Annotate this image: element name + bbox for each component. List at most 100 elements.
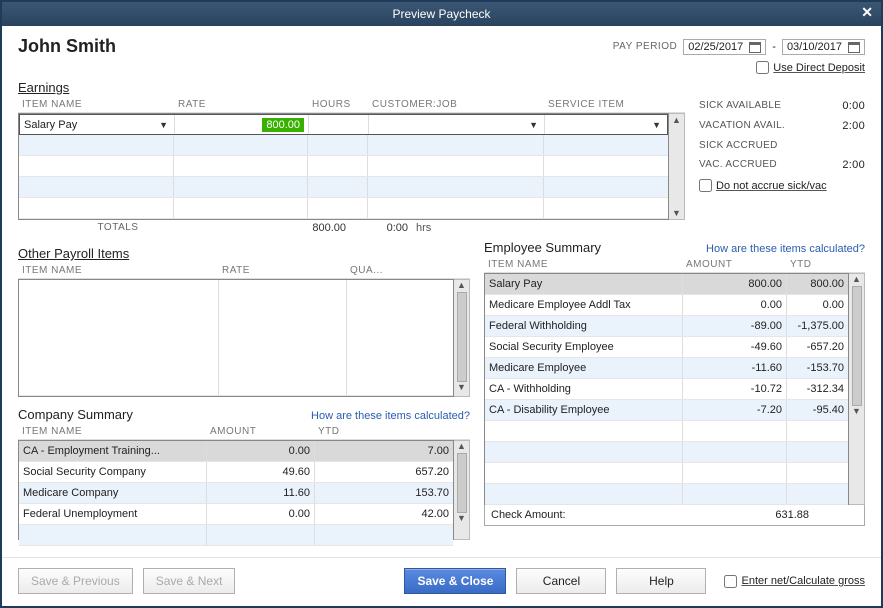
earnings-hours-cell[interactable] [309,115,369,134]
table-row[interactable] [485,463,848,484]
col-ytd: YTD [314,426,470,437]
scroll-thumb[interactable] [852,286,862,406]
vacation-available-label: VACATION AVAIL. [699,120,785,132]
totals-rate: 800.00 [218,222,352,234]
table-row[interactable] [19,156,668,177]
company-scrollbar[interactable]: ▲ ▼ [454,440,470,540]
employee-summary-headers: ITEM NAME AMOUNT YTD [484,255,865,273]
company-summary-title: Company Summary [18,407,133,422]
table-row[interactable]: CA - Employment Training...0.007.00 [19,441,453,462]
pay-period-dash: - [772,41,776,53]
table-row[interactable]: Salary Pay800.00800.00 [485,274,848,295]
col-quantity: QUA... [346,265,470,276]
save-previous-button[interactable]: Save & Previous [18,568,133,594]
company-calc-link[interactable]: How are these items calculated? [311,410,470,422]
title-bar: Preview Paycheck ✕ [2,2,881,26]
other-payroll-headers: ITEM NAME RATE QUA... [18,261,470,279]
scroll-up-icon[interactable]: ▲ [457,441,466,451]
table-row[interactable] [485,484,848,505]
calendar-icon[interactable] [848,41,860,53]
help-button[interactable]: Help [616,568,706,594]
pay-period-end[interactable]: 03/10/2017 [782,39,865,55]
calendar-icon[interactable] [749,41,761,53]
table-row[interactable] [485,421,848,442]
chevron-down-icon[interactable]: ▼ [527,120,540,130]
table-row[interactable]: Medicare Employee-11.60-153.70 [485,358,848,379]
scroll-down-icon[interactable]: ▼ [672,207,681,219]
table-row[interactable]: Social Security Employee-49.60-657.20 [485,337,848,358]
other-scrollbar[interactable]: ▲ ▼ [454,279,470,397]
table-row[interactable] [19,525,453,546]
scroll-thumb[interactable] [457,453,467,513]
enter-net-label: Enter net/Calculate gross [741,575,865,587]
sick-available-label: SICK AVAILABLE [699,100,781,112]
vac-accrued-value: 2:00 [842,159,865,171]
scroll-down-icon[interactable]: ▼ [852,406,861,416]
footer: Save & Previous Save & Next Save & Close… [2,557,881,606]
totals-hours-unit: hrs [412,222,431,234]
chevron-down-icon[interactable]: ▼ [650,120,663,130]
totals-label: TOTALS [18,222,218,234]
save-close-button[interactable]: Save & Close [404,568,506,594]
table-row[interactable] [19,280,453,396]
table-row[interactable]: Federal Withholding-89.00-1,375.00 [485,316,848,337]
chevron-down-icon[interactable]: ▼ [157,120,170,130]
table-row[interactable]: CA - Disability Employee-7.20-95.40 [485,400,848,421]
pay-period-start[interactable]: 02/25/2017 [683,39,766,55]
enter-net-checkbox[interactable]: Enter net/Calculate gross [724,575,865,588]
earnings-rate-cell[interactable]: 800.00 [175,115,309,134]
enter-net-input[interactable] [724,575,737,588]
check-amount-label: Check Amount: [491,509,689,521]
earnings-grid[interactable]: Salary Pay▼ 800.00 ▼ ▼ [18,113,669,220]
employee-calc-link[interactable]: How are these items calculated? [706,243,865,255]
other-payroll-grid[interactable] [18,279,454,397]
earnings-service-select[interactable]: ▼ [549,120,663,130]
accrual-side-panel: SICK AVAILABLE0:00 VACATION AVAIL.2:00 S… [685,74,865,234]
scroll-down-icon[interactable]: ▼ [457,513,466,523]
earnings-totals: TOTALS 800.00 0:00 hrs [18,222,685,234]
cancel-button[interactable]: Cancel [516,568,606,594]
use-direct-deposit-input[interactable] [756,61,769,74]
table-row[interactable]: Salary Pay▼ 800.00 ▼ ▼ [19,114,668,135]
do-not-accrue-input[interactable] [699,179,712,192]
scroll-thumb[interactable] [457,292,467,382]
earnings-column-headers: ITEM NAME RATE HOURS CUSTOMER:JOB SERVIC… [18,95,685,113]
table-row[interactable]: Federal Unemployment0.0042.00 [19,504,453,525]
table-row[interactable]: Medicare Employee Addl Tax0.000.00 [485,295,848,316]
use-direct-deposit-checkbox[interactable]: Use Direct Deposit [756,61,865,74]
table-row[interactable] [19,198,668,219]
earnings-item-select[interactable]: Salary Pay▼ [24,119,170,131]
earnings-scrollbar[interactable]: ▲ ▼ [669,113,685,220]
col-customer: CUSTOMER:JOB [368,99,544,110]
col-service: SERVICE ITEM [544,99,685,110]
table-row[interactable]: Social Security Company49.60657.20 [19,462,453,483]
do-not-accrue-checkbox[interactable]: Do not accrue sick/vac [699,179,865,192]
employee-summary-title: Employee Summary [484,240,601,255]
table-row[interactable] [19,135,668,156]
vac-accrued-label: VAC. ACCRUED [699,159,777,171]
save-next-button[interactable]: Save & Next [143,568,236,594]
company-summary-grid[interactable]: CA - Employment Training...0.007.00 Soci… [18,440,454,540]
scroll-up-icon[interactable]: ▲ [672,114,681,126]
window-title: Preview Paycheck [392,7,490,21]
col-amount: AMOUNT [206,426,314,437]
scroll-up-icon[interactable]: ▲ [457,280,466,290]
scroll-down-icon[interactable]: ▼ [457,382,466,392]
employee-summary-grid[interactable]: Salary Pay800.00800.00 Medicare Employee… [484,273,849,505]
scroll-up-icon[interactable]: ▲ [852,274,861,284]
employee-scrollbar[interactable]: ▲ ▼ [849,273,865,505]
table-row[interactable] [19,177,668,198]
check-amount-value: 631.88 [689,509,809,521]
table-row[interactable]: Medicare Company11.60153.70 [19,483,453,504]
earnings-customer-select[interactable]: ▼ [373,120,540,130]
table-row[interactable]: CA - Withholding-10.72-312.34 [485,379,848,400]
table-row[interactable] [485,442,848,463]
col-item-name: ITEM NAME [18,265,218,276]
earnings-title: Earnings [18,80,685,95]
col-item-name: ITEM NAME [18,99,174,110]
col-ytd: YTD [786,259,865,270]
col-item-name: ITEM NAME [484,259,682,270]
pay-period-start-value: 02/25/2017 [688,41,743,53]
close-icon[interactable]: ✕ [861,4,873,21]
other-payroll-title: Other Payroll Items [18,246,470,261]
